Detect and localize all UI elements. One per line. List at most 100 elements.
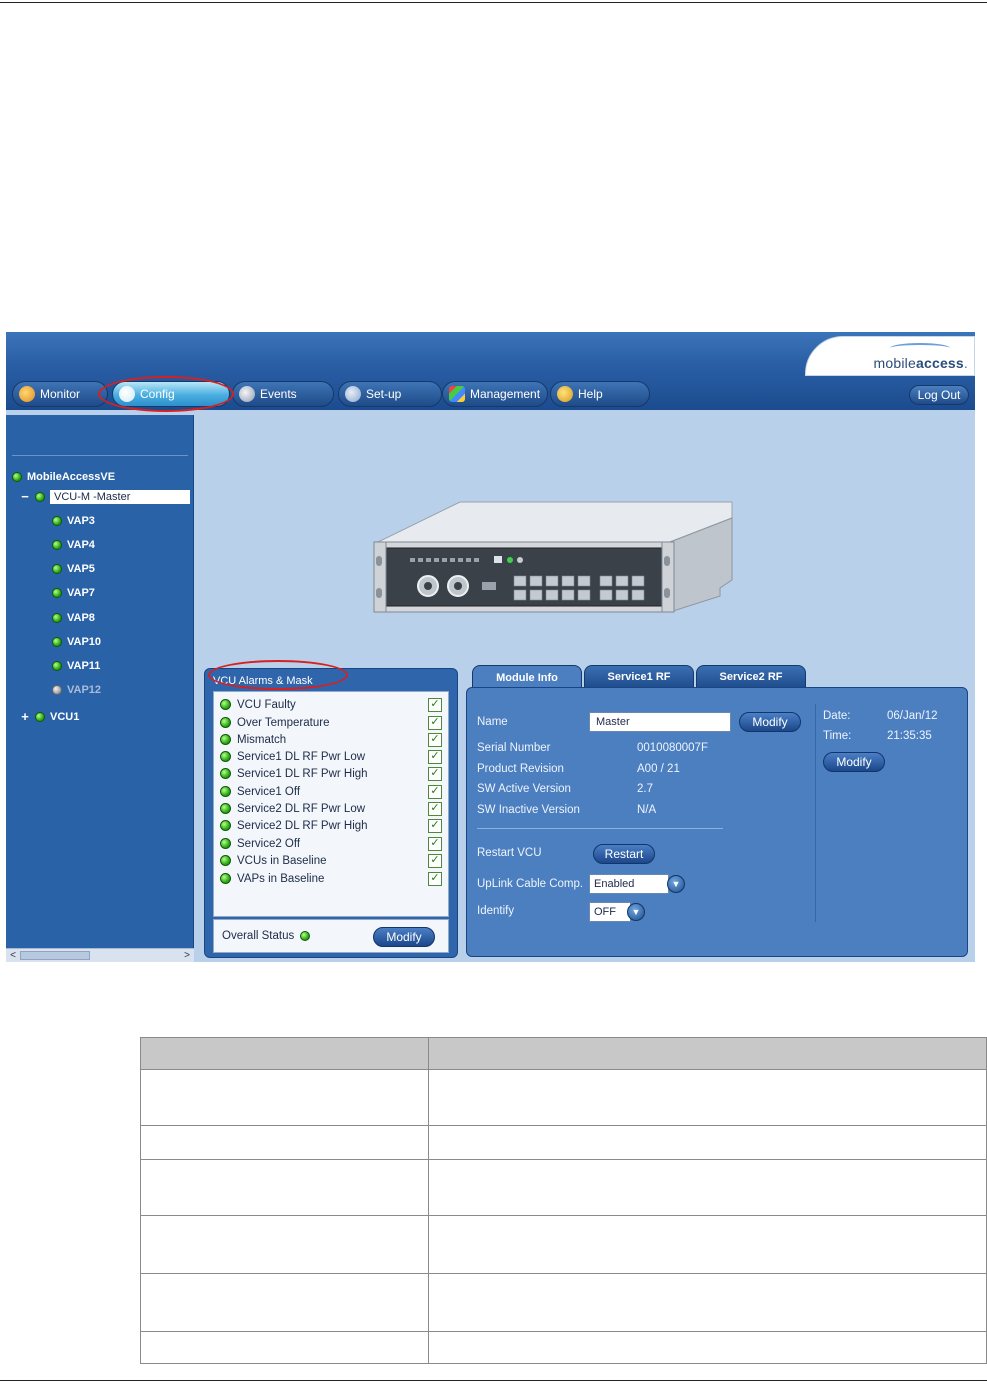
tree-item-vap12[interactable]: VAP12 [52, 684, 101, 696]
tab-management-label: Management [470, 387, 541, 401]
tree-root[interactable]: MobileAccessVE [12, 471, 115, 483]
tree-item-label: VAP7 [67, 587, 95, 599]
alarm-mask-checkbox[interactable]: ✓ [428, 697, 442, 712]
status-led-icon [52, 564, 62, 574]
status-led-icon [220, 786, 231, 797]
alarm-row: Service1 DL RF Pwr Low ✓ [220, 748, 442, 765]
expand-icon[interactable]: + [20, 709, 30, 724]
alarms-panel-title: VCU Alarms & Mask [213, 675, 313, 687]
table-header-cell [427, 1037, 987, 1070]
status-led-icon [220, 873, 231, 884]
tree-item-vcu-m-master[interactable]: − VCU-M -Master [20, 489, 190, 504]
tab-service1-rf[interactable]: Service1 RF [584, 665, 694, 689]
table-cell [140, 1215, 429, 1274]
vcu-alarms-panel: VCU Alarms & Mask VCU Faulty ✓ Over Temp… [204, 668, 458, 958]
status-led-icon [220, 699, 231, 710]
tree-item-vap5[interactable]: VAP5 [52, 563, 95, 575]
alarm-mask-checkbox[interactable]: ✓ [428, 749, 442, 764]
table-header-row [140, 1037, 987, 1070]
logo-text-left: mobile [873, 355, 916, 371]
scroll-thumb[interactable] [20, 951, 90, 960]
collapse-icon[interactable]: − [20, 489, 30, 504]
identify-label: Identify [477, 905, 515, 917]
status-led-icon [220, 803, 231, 814]
tab-setup[interactable]: Set-up [338, 381, 442, 407]
logout-button[interactable]: Log Out [909, 385, 969, 405]
tree-item-label: VAP5 [67, 563, 95, 575]
sidebar-horizontal-scrollbar[interactable]: < > [6, 948, 194, 962]
alarm-label: Service2 DL RF Pwr High [237, 819, 368, 832]
alarm-mask-checkbox[interactable]: ✓ [428, 784, 442, 799]
description-table [140, 1037, 987, 1364]
restart-button[interactable]: Restart [593, 844, 655, 864]
app-window: mobileaccess. Monitor Config Events Set-… [6, 332, 975, 962]
date-value: 06/Jan/12 [887, 710, 938, 722]
tree-item-label: VAP12 [67, 684, 102, 696]
status-led-icon [52, 588, 62, 598]
alarm-mask-checkbox[interactable]: ✓ [428, 818, 442, 833]
logo-swoosh-icon [890, 343, 950, 353]
table-cell [427, 1331, 987, 1364]
status-led-icon [220, 751, 231, 762]
date-label: Date: [823, 710, 851, 722]
chevron-down-icon[interactable]: ▼ [627, 903, 645, 921]
tab-help[interactable]: Help [550, 381, 650, 407]
tree-item-vap7[interactable]: VAP7 [52, 587, 95, 599]
tree-item-vap3[interactable]: VAP3 [52, 515, 95, 527]
name-label: Name [477, 716, 508, 728]
name-input[interactable]: Master [589, 712, 731, 732]
identify-select[interactable]: OFF [589, 902, 631, 922]
alarm-label: Service1 Off [237, 785, 301, 798]
alarm-mask-checkbox[interactable]: ✓ [428, 715, 442, 730]
tab-monitor[interactable]: Monitor [12, 381, 108, 407]
alarm-mask-checkbox[interactable]: ✓ [428, 871, 442, 886]
alarm-mask-checkbox[interactable]: ✓ [428, 836, 442, 851]
tab-events[interactable]: Events [232, 381, 334, 407]
tree-item-vap8[interactable]: VAP8 [52, 612, 95, 624]
scroll-right-icon[interactable]: > [181, 949, 193, 962]
tab-management[interactable]: Management [442, 381, 548, 407]
alarm-label: Service1 DL RF Pwr High [237, 767, 368, 780]
sidebar-divider [12, 455, 188, 456]
tree-root-label: MobileAccessVE [27, 471, 116, 483]
alarm-label: Service2 DL RF Pwr Low [237, 802, 366, 815]
tree-item-vcu1[interactable]: + VCU1 [20, 709, 79, 724]
alarm-mask-checkbox[interactable]: ✓ [428, 853, 442, 868]
name-modify-button[interactable]: Modify [739, 712, 801, 732]
alarms-modify-button[interactable]: Modify [373, 927, 435, 947]
sw-inactive-version-label: SW Inactive Version [477, 804, 580, 816]
table-cell [427, 1069, 987, 1126]
status-led-icon [12, 472, 22, 482]
vcu-device-image [373, 501, 733, 613]
tab-service2-rf[interactable]: Service2 RF [696, 665, 806, 689]
tree-item-vap4[interactable]: VAP4 [52, 539, 95, 551]
restart-vcu-label: Restart VCU [477, 847, 542, 859]
datetime-modify-button[interactable]: Modify [823, 752, 885, 772]
alarm-row: Service2 DL RF Pwr Low ✓ [220, 800, 442, 817]
uplink-cable-comp-select[interactable]: Enabled [589, 874, 669, 894]
serial-number-value: 0010080007F [637, 742, 708, 754]
wrench-icon [119, 386, 135, 402]
tree-item-vap11[interactable]: VAP11 [52, 660, 100, 672]
tab-config[interactable]: Config [112, 381, 230, 407]
status-led-icon [35, 711, 45, 722]
status-led-icon [220, 820, 231, 831]
table-cell [140, 1069, 429, 1126]
table-row [140, 1125, 987, 1160]
tree-item-label: VCU-M -Master [50, 489, 190, 504]
sw-active-version-value: 2.7 [637, 783, 653, 795]
status-led-icon [35, 491, 45, 502]
scroll-left-icon[interactable]: < [7, 949, 19, 962]
overall-status-label: Overall Status [222, 930, 295, 942]
alarm-mask-checkbox[interactable]: ✓ [428, 732, 442, 747]
tree-item-vap10[interactable]: VAP10 [52, 636, 101, 648]
tab-setup-label: Set-up [366, 387, 402, 401]
chevron-down-icon[interactable]: ▼ [667, 875, 685, 893]
table-cell [140, 1159, 429, 1216]
alarm-row: Over Temperature ✓ [220, 714, 442, 731]
alarm-mask-checkbox[interactable]: ✓ [428, 766, 442, 781]
alarm-mask-checkbox[interactable]: ✓ [428, 801, 442, 816]
tree-item-label: VAP3 [67, 515, 95, 527]
sidebar-tree: MobileAccessVE − VCU-M -Master VAP3 VAP4… [6, 415, 194, 962]
alarm-label: VAPs in Baseline [237, 872, 325, 885]
